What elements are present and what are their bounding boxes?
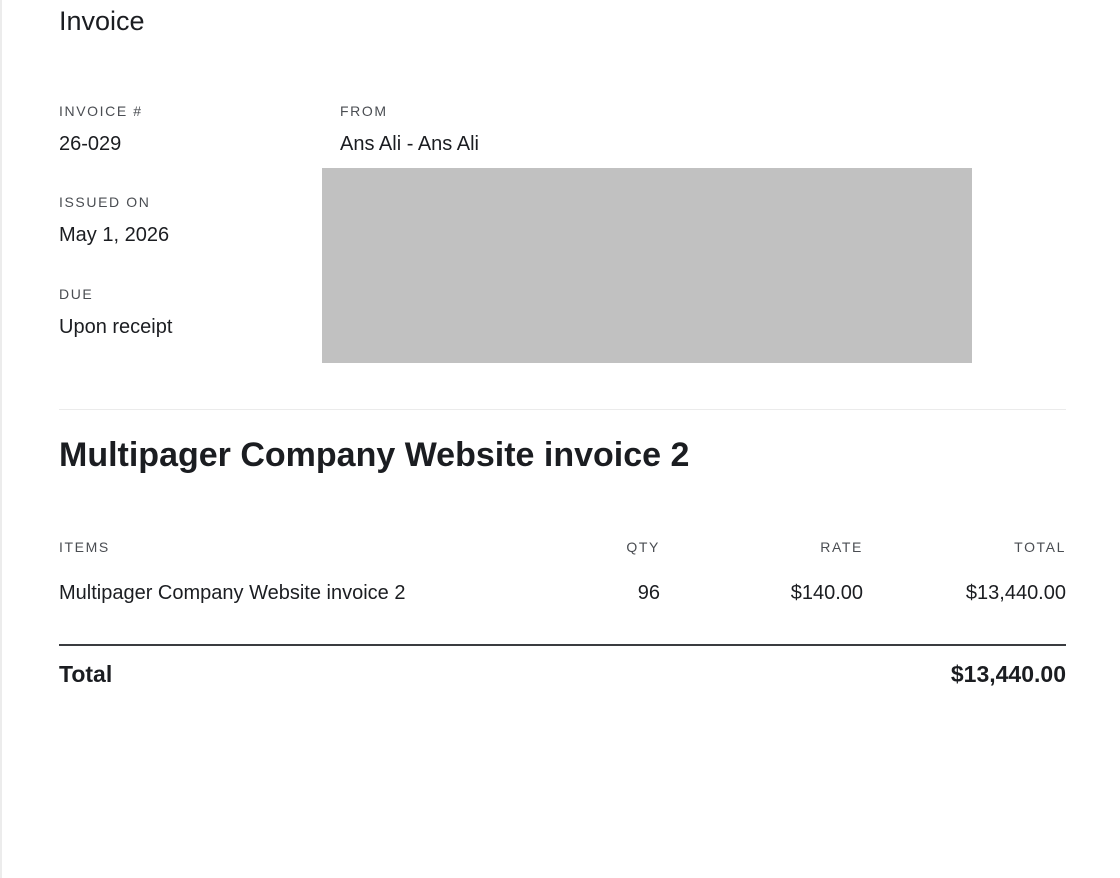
row-qty: 96 (637, 582, 660, 604)
row-item: Multipager Company Website invoice 2 (59, 582, 406, 604)
redacted-address-block (322, 168, 972, 363)
section-divider (59, 409, 1066, 410)
from-block: FROM Ans Ali - Ans Ali (340, 102, 479, 157)
row-rate: $140.00 (790, 582, 863, 604)
issued-on-value: May 1, 2026 (59, 224, 170, 246)
table-header-row: ITEMS QTY RATE TOTAL (59, 538, 1066, 560)
total-row: Total $13,440.00 (59, 658, 1066, 690)
total-divider (59, 644, 1066, 646)
line-items-table: ITEMS QTY RATE TOTAL Multipager Company … (59, 538, 1066, 608)
due-block: DUE Upon receipt (59, 285, 172, 340)
issued-on-block: ISSUED ON May 1, 2026 (59, 193, 169, 248)
project-title: Multipager Company Website invoice 2 (59, 436, 690, 474)
row-total: $13,440.00 (965, 582, 1066, 604)
page-left-edge (0, 0, 2, 878)
total-amount: $13,440.00 (950, 661, 1066, 687)
from-label: FROM (340, 103, 388, 119)
table-row: Multipager Company Website invoice 2 96 … (59, 578, 1066, 608)
from-name: Ans Ali - Ans Ali (340, 133, 479, 155)
header-total: TOTAL (1014, 539, 1066, 555)
issued-on-label: ISSUED ON (59, 194, 151, 210)
document-title: Invoice (59, 6, 145, 36)
invoice-number-label: INVOICE # (59, 103, 143, 119)
header-qty: QTY (626, 539, 660, 555)
invoice-number-block: INVOICE # 26-029 (59, 102, 143, 157)
due-label: DUE (59, 286, 94, 302)
header-items: ITEMS (59, 539, 110, 555)
due-value: Upon receipt (59, 316, 173, 338)
total-label: Total (59, 661, 113, 687)
invoice-number-value: 26-029 (59, 133, 122, 155)
header-rate: RATE (820, 539, 863, 555)
